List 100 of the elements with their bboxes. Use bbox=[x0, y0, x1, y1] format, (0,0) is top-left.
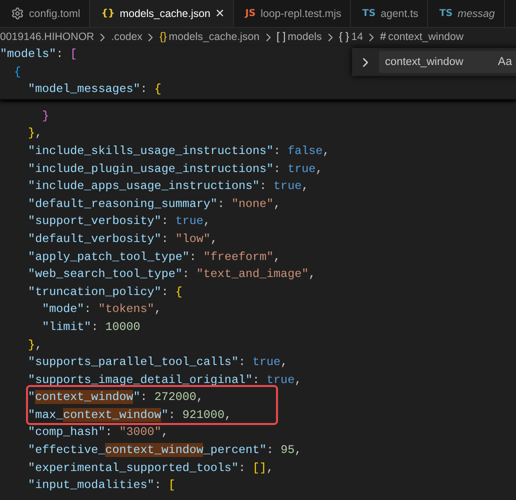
breadcrumb-item[interactable]: models bbox=[288, 31, 322, 43]
code-token: "default_reasoning_summary" bbox=[27, 196, 218, 211]
file-type-icon: JS bbox=[245, 8, 256, 19]
code-token: "low" bbox=[175, 232, 210, 246]
code-token: , bbox=[161, 425, 168, 440]
code-token: "support_verbosity" bbox=[27, 214, 162, 228]
symbol-icon: { } bbox=[338, 31, 350, 43]
code-token: , bbox=[294, 372, 302, 387]
code-token: "models" bbox=[0, 47, 56, 61]
code-token: "tokens" bbox=[98, 302, 154, 316]
code-token: "input_modalities" bbox=[27, 478, 154, 492]
code-token: "comp_hash" bbox=[27, 425, 106, 440]
code-token: "text_and_image" bbox=[196, 267, 309, 282]
code-token: : bbox=[252, 372, 261, 387]
code-token: false bbox=[288, 144, 323, 158]
code-token: { bbox=[13, 64, 22, 79]
code-token: , bbox=[294, 443, 302, 458]
breadcrumb-item[interactable]: context_window bbox=[388, 31, 464, 43]
code-token: , bbox=[302, 179, 309, 194]
code-token: " bbox=[27, 390, 36, 404]
code-token: } bbox=[41, 108, 50, 123]
code-token: true bbox=[266, 372, 295, 387]
tab-label: messag bbox=[458, 8, 495, 20]
code-token: [] bbox=[252, 460, 267, 475]
code-token: , bbox=[274, 250, 281, 264]
code-token: "apply_patch_tool_type" bbox=[27, 250, 190, 264]
symbol-icon: {} bbox=[159, 31, 167, 43]
code-token: , bbox=[280, 355, 288, 370]
tab-label: config.toml bbox=[29, 8, 80, 20]
find-input-field[interactable]: context_window Aa bbox=[379, 51, 516, 73]
code-token: "none" bbox=[231, 196, 274, 211]
tab-label: agent.ts bbox=[380, 8, 418, 20]
breadcrumb-item[interactable]: models_cache.json bbox=[168, 31, 260, 43]
code-token: [ bbox=[70, 47, 78, 61]
code-token: _percent" bbox=[203, 443, 267, 458]
file-type-icon: TS bbox=[362, 8, 376, 19]
code-token: 95 bbox=[280, 443, 295, 458]
code-token: , bbox=[210, 232, 218, 246]
code-token: { bbox=[175, 284, 182, 299]
code-token: { bbox=[154, 82, 162, 96]
gear-icon bbox=[11, 7, 24, 20]
code-token: , bbox=[266, 460, 274, 475]
breadcrumb-item[interactable]: 14 bbox=[351, 31, 364, 43]
code-token: } bbox=[27, 126, 36, 140]
search-match: context_window bbox=[35, 390, 134, 404]
code-token: " bbox=[133, 390, 140, 404]
code-token: "limit" bbox=[41, 320, 92, 334]
code-token: "include_plugin_usage_instructions" bbox=[27, 162, 274, 176]
code-token: "truncation_policy" bbox=[27, 284, 162, 299]
code-token: , bbox=[224, 408, 232, 422]
editor-tab[interactable]: {} models_cache.json × bbox=[90, 0, 234, 27]
code-token: : bbox=[189, 250, 198, 264]
search-match: context_window bbox=[105, 443, 204, 458]
code-token: : bbox=[161, 232, 170, 246]
code-token: "experimental_supported_tools" bbox=[27, 460, 238, 475]
code-token: true bbox=[274, 179, 302, 194]
code-token: : bbox=[91, 320, 100, 334]
tab-label: models_cache.json bbox=[120, 8, 210, 20]
code-token: : bbox=[168, 408, 176, 422]
search-match: context_window bbox=[63, 408, 162, 422]
tab-label: loop-repl.test.mjs bbox=[260, 8, 342, 20]
code-token: , bbox=[35, 126, 42, 140]
file-type-icon: {} bbox=[101, 8, 115, 19]
code-token: "freeform" bbox=[203, 250, 274, 264]
code-token: : bbox=[154, 478, 162, 492]
code-token: , bbox=[274, 196, 281, 211]
code-token: : bbox=[105, 425, 114, 440]
code-token: : bbox=[238, 355, 246, 370]
code-token: 921000 bbox=[182, 408, 224, 422]
file-type-icon: TS bbox=[439, 8, 453, 19]
code-token: : bbox=[238, 460, 246, 475]
code-token: " bbox=[161, 408, 168, 422]
code-token: "default_verbosity" bbox=[27, 232, 162, 246]
code-token: , bbox=[316, 162, 323, 176]
code-token: : bbox=[274, 162, 282, 176]
code-token: : bbox=[182, 267, 190, 282]
code-token: , bbox=[322, 144, 330, 158]
code-token: "model_messages" bbox=[27, 82, 140, 96]
code-token: : bbox=[161, 284, 170, 299]
code-token: : bbox=[217, 196, 226, 211]
code-token: , bbox=[35, 338, 42, 352]
match-case-toggle[interactable]: Aa bbox=[496, 55, 514, 69]
code-token: 10000 bbox=[105, 320, 140, 334]
code-token: "include_skills_usage_instructions" bbox=[27, 144, 274, 158]
code-token: "supports_parallel_tool_calls" bbox=[27, 355, 238, 370]
code-token: : bbox=[84, 302, 92, 316]
code-token: : bbox=[266, 443, 275, 458]
code-token: : bbox=[260, 179, 268, 194]
symbol-icon: [ ] bbox=[276, 31, 286, 43]
close-icon[interactable]: × bbox=[215, 6, 224, 21]
code-token: , bbox=[154, 302, 162, 316]
code-token: : bbox=[56, 47, 64, 61]
code-token: , bbox=[196, 390, 204, 404]
breadcrumb-item[interactable]: .codex bbox=[111, 31, 142, 43]
code-token: "effective_ bbox=[27, 443, 106, 458]
code-token: "3000" bbox=[119, 425, 162, 440]
code-token: : bbox=[274, 144, 282, 158]
code-token: , bbox=[203, 214, 210, 228]
code-token: : bbox=[161, 214, 170, 228]
breadcrumb-item[interactable]: 0019146.HIHONOR bbox=[0, 31, 94, 43]
